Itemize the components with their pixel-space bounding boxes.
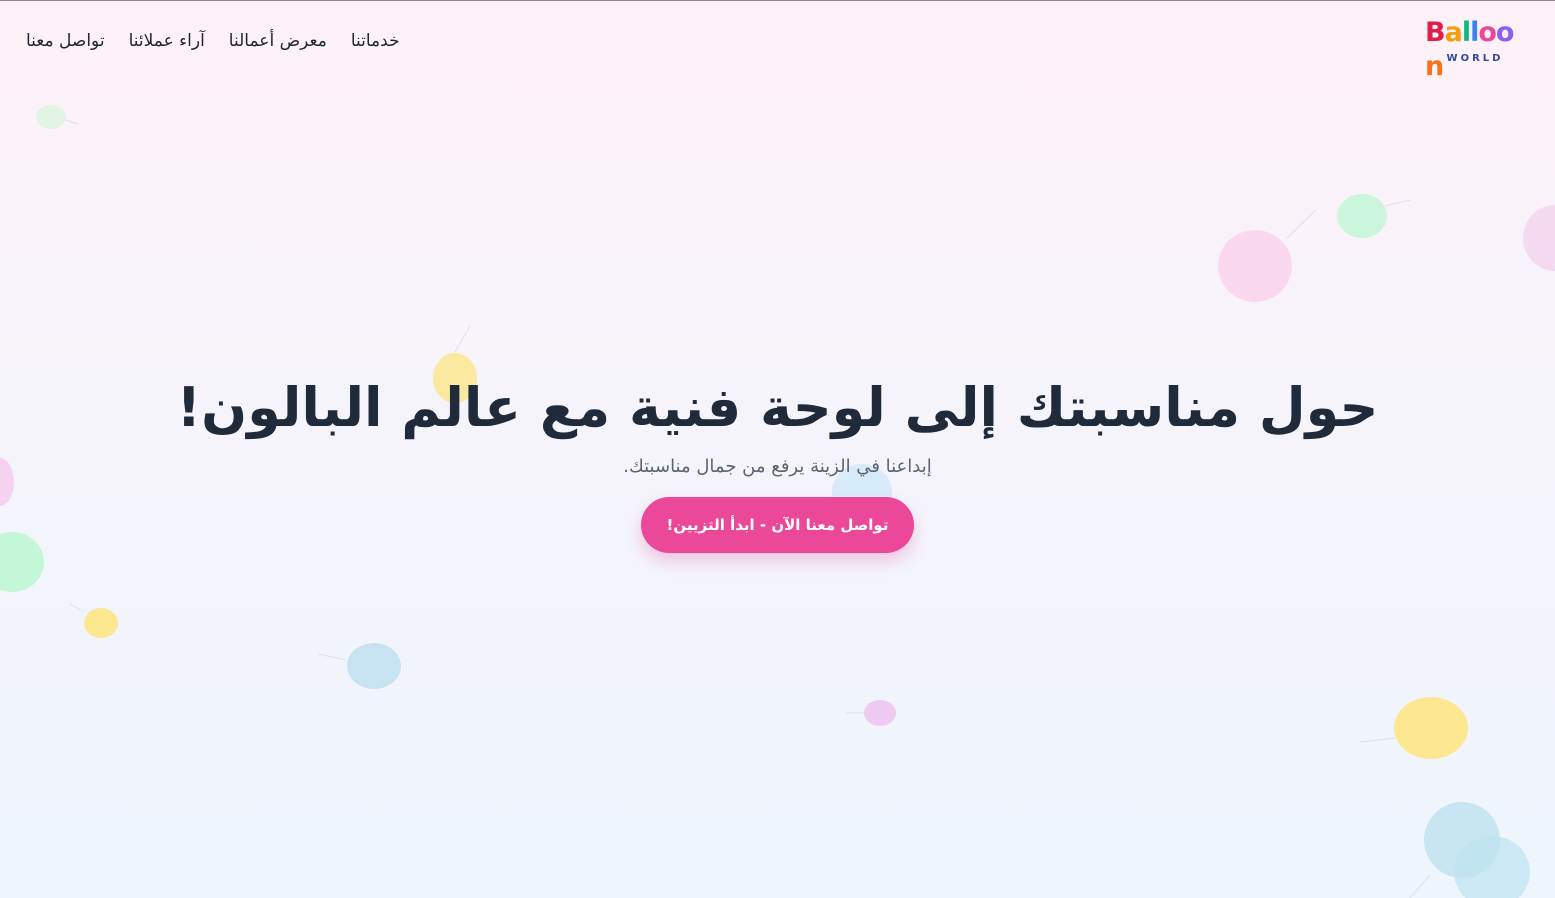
nav-item-services[interactable]: خدماتنا: [351, 28, 400, 54]
logo-letter: B: [1425, 17, 1446, 48]
logo-letter: l: [1470, 17, 1479, 48]
balloon-shape: [84, 608, 118, 638]
balloon-shape: [1218, 230, 1292, 302]
logo-subtitle: WORLD: [1446, 53, 1504, 64]
nav-item-contact[interactable]: تواصل معنا: [26, 28, 105, 54]
balloon-shape: [1337, 194, 1387, 238]
balloon-shape: [1523, 205, 1555, 271]
brand-logo[interactable]: Balloo n WORLD: [1425, 16, 1521, 82]
logo-balloon-letter: o: [1478, 17, 1497, 48]
contact-cta-button[interactable]: تواصل معنا الآن - ابدأ التزيين!: [641, 497, 914, 553]
site-header: Balloo n WORLD خدماتنا معرض أعمالنا آراء …: [0, 0, 1555, 82]
main-nav: خدماتنا معرض أعمالنا آراء عملائنا تواصل …: [26, 28, 400, 54]
balloon-shape: [0, 532, 44, 592]
logo-letter: l: [1461, 17, 1471, 48]
balloon-shape: [1424, 802, 1500, 878]
logo-letter: n: [1425, 51, 1444, 82]
logo-wordmark: Balloo n: [1425, 16, 1521, 82]
balloon-shape: [864, 700, 896, 726]
balloon-shape: [1454, 836, 1530, 898]
nav-item-gallery[interactable]: معرض أعمالنا: [229, 28, 327, 54]
hero-subtitle: إبداعنا في الزينة يرفع من جمال مناسبتك.: [623, 456, 932, 477]
balloon-shape: [347, 643, 401, 689]
logo-letter: a: [1444, 17, 1463, 48]
hero-title: حول مناسبتك إلى لوحة فنية مع عالم البالو…: [176, 376, 1379, 439]
balloon-shape: [1394, 697, 1468, 759]
decorative-balloons: [0, 105, 1555, 898]
balloon-shape: [36, 105, 66, 129]
nav-item-testimonials[interactable]: آراء عملائنا: [129, 28, 205, 54]
logo-letter: o: [1495, 17, 1515, 48]
